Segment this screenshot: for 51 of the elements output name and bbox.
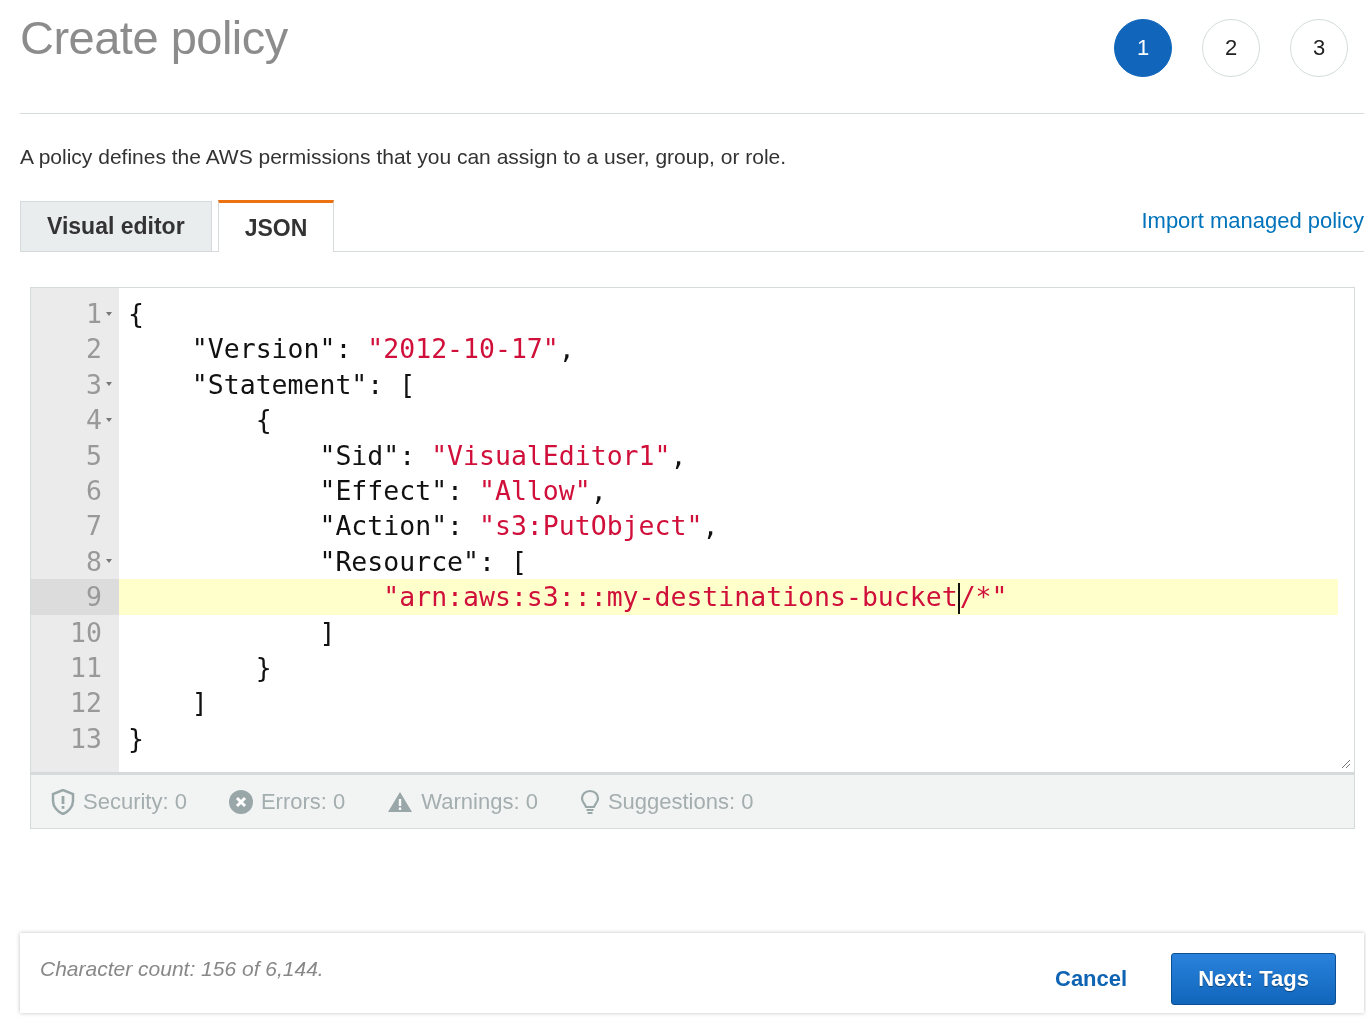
code-line: "Action": "s3:PutObject", <box>318 509 720 544</box>
code-line: "Sid": "VisualEditor1", <box>318 438 688 473</box>
code-line: { <box>127 297 145 331</box>
code-line: "Resource": [ <box>318 544 528 579</box>
fold-caret-icon[interactable] <box>104 381 113 388</box>
page-title: Create policy <box>20 10 288 65</box>
description-text: A policy defines the AWS permissions that you can assign to a user, group, or role. <box>20 145 788 169</box>
line-number: 2 <box>86 332 102 367</box>
fold-caret-icon[interactable] <box>104 558 113 565</box>
tab[interactable]: Visual editor <box>20 201 212 251</box>
code-line: ] <box>190 686 209 721</box>
code-line: } <box>254 650 273 685</box>
step-indicator[interactable]: 2 <box>1202 19 1260 77</box>
resize-handle-icon[interactable] <box>1339 757 1351 769</box>
line-number: 1 <box>86 297 102 331</box>
code-line: "Version": "2012-10-17", <box>190 332 576 367</box>
line-number: 3 <box>86 367 102 402</box>
code-editor[interactable] <box>30 287 1355 773</box>
line-number: 13 <box>70 721 102 756</box>
line-number: 9 <box>86 580 102 615</box>
check-count: Errors: 0 <box>260 788 346 815</box>
code-line: } <box>127 721 145 756</box>
line-number: 5 <box>86 438 102 473</box>
shield-icon <box>51 788 75 815</box>
line-number: 8 <box>86 544 102 579</box>
import-managed-policy-link[interactable]: Import managed policy <box>1141 208 1364 234</box>
step-indicator[interactable]: 3 <box>1290 19 1348 77</box>
code-line: "Effect": "Allow", <box>318 473 608 508</box>
code-line: { <box>254 403 273 438</box>
line-number: 12 <box>70 686 102 721</box>
fold-caret-icon[interactable] <box>104 310 113 317</box>
line-number: 7 <box>86 509 102 544</box>
lightbulb-icon <box>579 788 600 815</box>
code-line: ] <box>318 615 337 650</box>
line-number: 4 <box>86 403 102 438</box>
warning-icon <box>387 790 414 813</box>
fold-caret-icon[interactable] <box>104 416 113 423</box>
code-line: "Statement": [ <box>190 367 417 402</box>
tab[interactable]: JSON <box>217 200 335 252</box>
check-count: Suggestions: 0 <box>607 788 754 815</box>
check-count: Warnings: 0 <box>421 788 538 815</box>
line-number: 11 <box>70 650 102 685</box>
line-number: 6 <box>86 473 102 508</box>
character-count: Character count: 156 of 6,144. <box>40 957 324 981</box>
next-button[interactable]: Next: Tags <box>1171 953 1336 1005</box>
step-indicator[interactable]: 1 <box>1114 19 1172 77</box>
cancel-button[interactable]: Cancel <box>1055 966 1128 992</box>
line-number: 10 <box>70 615 102 650</box>
error-icon <box>228 789 253 814</box>
check-count: Security: 0 <box>83 788 187 815</box>
text-cursor <box>957 583 960 615</box>
